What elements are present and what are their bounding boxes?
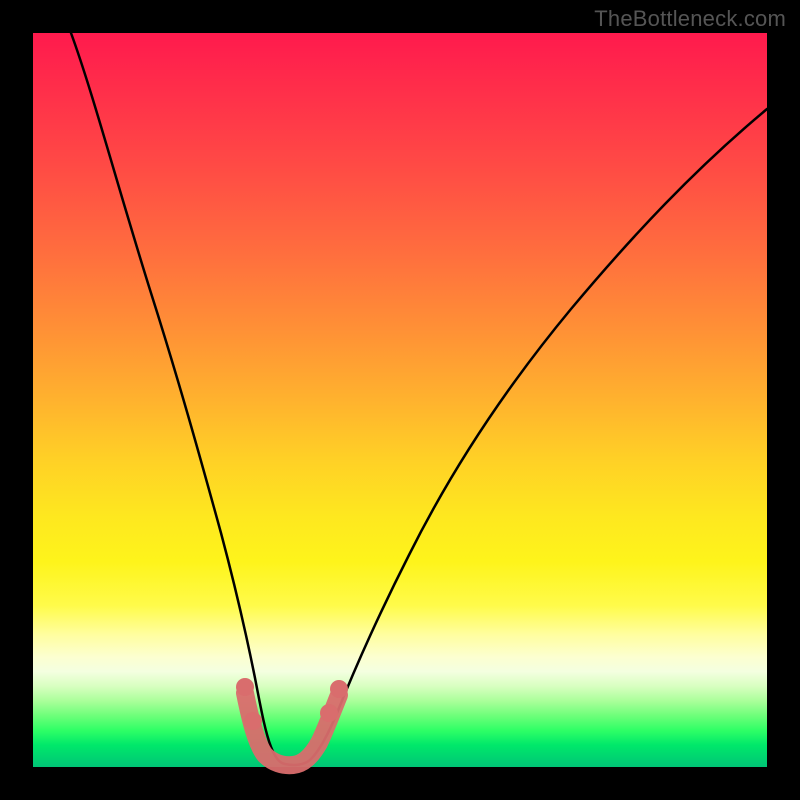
chart-frame: TheBottleneck.com [0, 0, 800, 800]
watermark-text: TheBottleneck.com [594, 6, 786, 32]
plot-area [33, 33, 767, 767]
marker-dot-left-lower [244, 712, 262, 730]
chart-svg [33, 33, 767, 767]
marker-dot-right-upper [330, 680, 348, 698]
marker-dot-right-lower [320, 704, 338, 722]
bottleneck-curve [71, 33, 767, 765]
marker-dot-left-upper [236, 678, 254, 696]
